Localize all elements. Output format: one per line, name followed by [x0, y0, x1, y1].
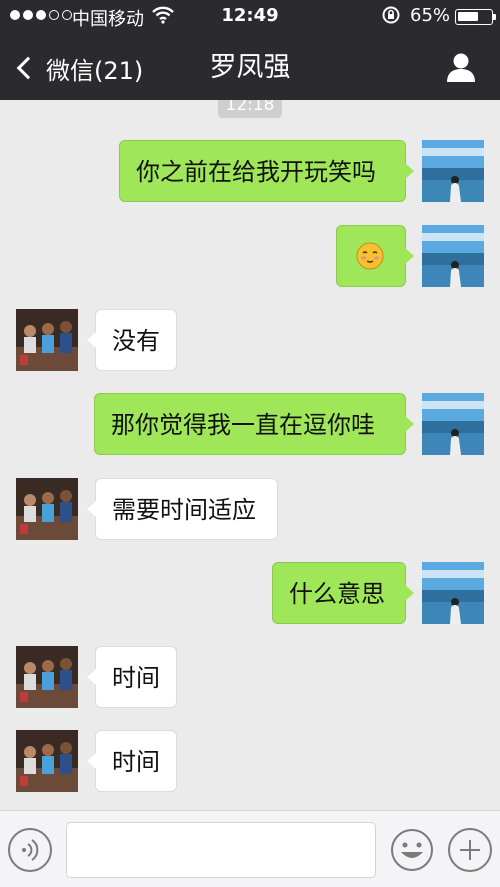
status-bar: 中国移动 12:49 65%: [0, 4, 500, 30]
contact-avatar[interactable]: [16, 730, 78, 792]
person-icon[interactable]: [444, 50, 478, 84]
emoji-face-icon[interactable]: [390, 828, 434, 872]
message-timestamp: 12:18: [218, 100, 282, 118]
contact-avatar[interactable]: [16, 309, 78, 371]
incoming-message[interactable]: 时间: [87, 730, 177, 792]
my-avatar[interactable]: [422, 393, 484, 455]
incoming-message[interactable]: 需要时间适应: [87, 478, 278, 540]
voice-input-button[interactable]: [8, 828, 52, 872]
voice-icon: [22, 839, 39, 861]
incoming-message[interactable]: 没有: [87, 309, 177, 371]
contact-avatar[interactable]: [16, 478, 78, 540]
smiling-face-emoji-icon: [356, 242, 384, 270]
input-bar: [0, 810, 500, 887]
rotation-lock-icon: [382, 6, 400, 24]
contact-avatar[interactable]: [16, 646, 78, 708]
my-avatar[interactable]: [422, 225, 484, 287]
top-bar: 中国移动 12:49 65% 微信(21) 罗凤强: [0, 0, 500, 100]
outgoing-message[interactable]: 你之前在给我开玩笑吗: [119, 140, 414, 202]
incoming-message[interactable]: 时间: [87, 646, 177, 708]
outgoing-message[interactable]: 那你觉得我一直在逗你哇: [94, 393, 414, 455]
more-options-button[interactable]: [448, 828, 492, 872]
battery-percent: 65%: [410, 5, 451, 26]
my-avatar[interactable]: [422, 562, 484, 624]
battery-icon: [455, 9, 493, 25]
chat-title: 罗凤强: [209, 52, 291, 83]
my-avatar[interactable]: [422, 140, 484, 202]
outgoing-message[interactable]: 什么意思: [272, 562, 414, 624]
chat-history[interactable]: 12:18 你之前在给我开玩笑吗 没有 那你觉得我一直在逗你哇 需要时间适应 什…: [0, 100, 500, 805]
message-input[interactable]: [66, 822, 376, 878]
